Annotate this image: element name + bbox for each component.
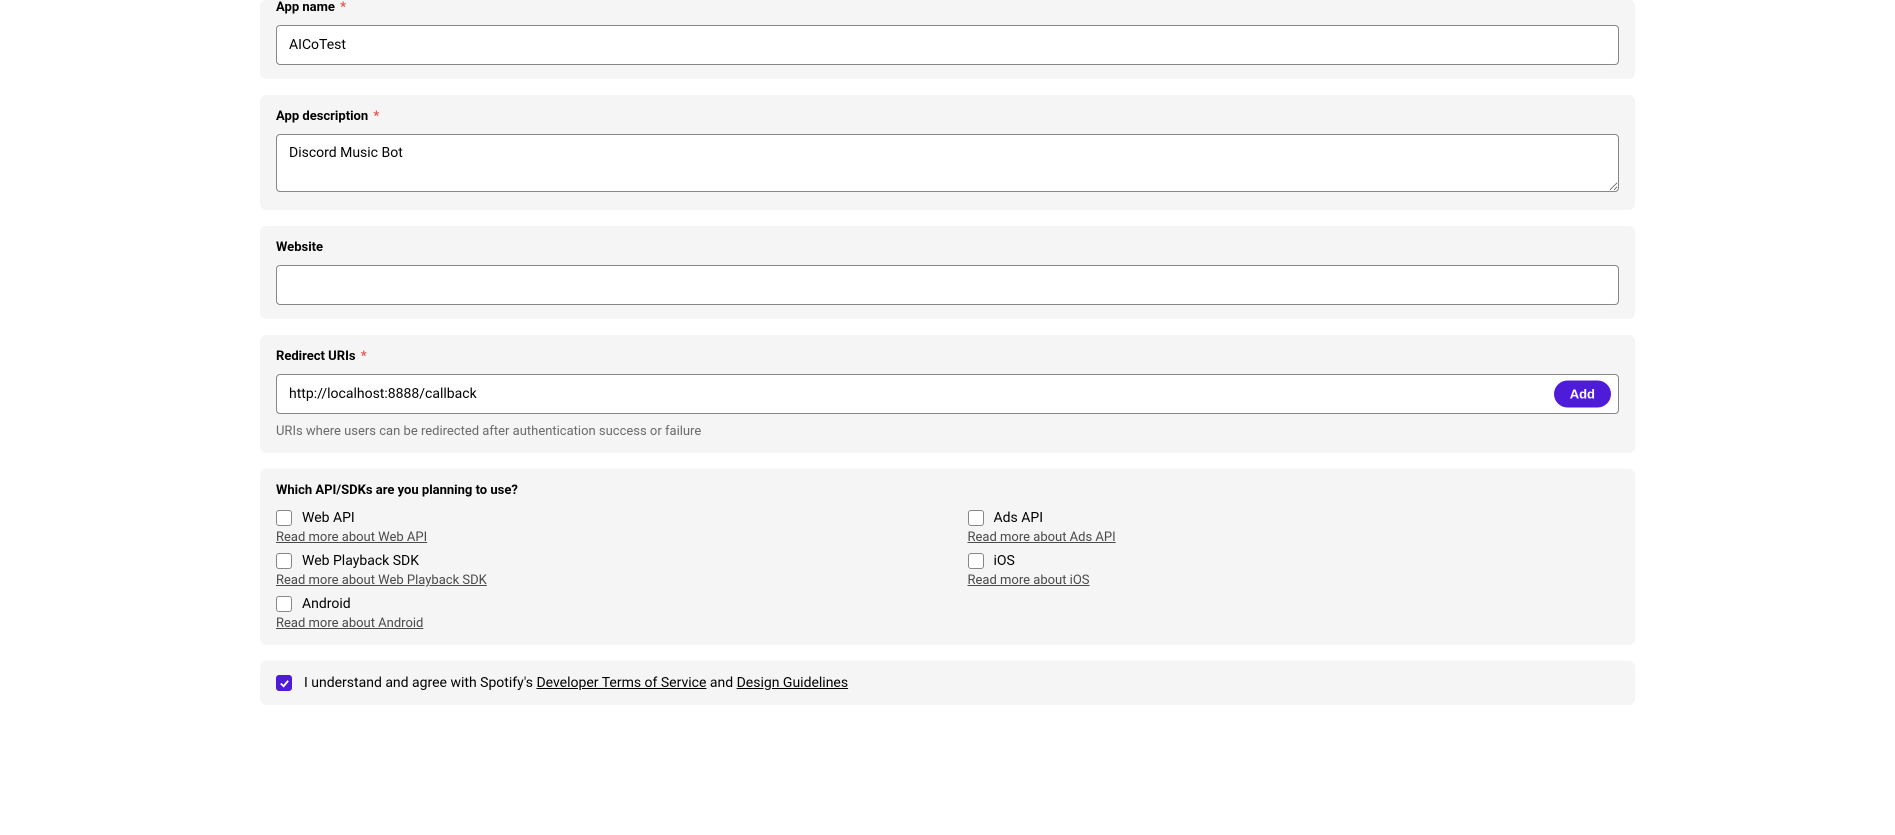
terms-link-design[interactable]: Design Guidelines: [737, 675, 848, 691]
sdk-checkbox-android[interactable]: [276, 596, 292, 612]
terms-checkbox[interactable]: [276, 675, 292, 691]
redirect-uris-label: Redirect URIs *: [276, 349, 1619, 364]
terms-section: I understand and agree with Spotify's De…: [260, 661, 1635, 705]
app-description-section: App description *: [260, 95, 1635, 210]
sdk-label[interactable]: Ads API: [994, 510, 1044, 526]
sdk-checkbox-ios[interactable]: [968, 553, 984, 569]
add-redirect-button[interactable]: Add: [1554, 381, 1611, 408]
website-label: Website: [276, 240, 1619, 255]
sdk-item-web-api: Web API Read more about Web API: [276, 510, 928, 545]
api-sdks-heading: Which API/SDKs are you planning to use?: [276, 483, 1619, 498]
redirect-uris-section: Redirect URIs * Add URIs where users can…: [260, 335, 1635, 453]
check-icon: [279, 678, 290, 689]
sdk-readmore-ios[interactable]: Read more about iOS: [968, 573, 1090, 588]
sdk-label[interactable]: Web API: [302, 510, 355, 526]
sdk-readmore-ads-api[interactable]: Read more about Ads API: [968, 530, 1116, 545]
sdk-readmore-web-api[interactable]: Read more about Web API: [276, 530, 427, 545]
sdk-item-ads-api: Ads API Read more about Ads API: [968, 510, 1620, 545]
terms-middle: and: [706, 675, 736, 691]
sdk-label[interactable]: iOS: [994, 553, 1015, 569]
website-label-text: Website: [276, 240, 323, 255]
sdk-item-ios: iOS Read more about iOS: [968, 553, 1620, 588]
website-section: Website: [260, 226, 1635, 319]
sdk-readmore-web-playback[interactable]: Read more about Web Playback SDK: [276, 573, 487, 588]
terms-prefix: I understand and agree with Spotify's: [304, 675, 536, 691]
terms-text: I understand and agree with Spotify's De…: [304, 675, 848, 691]
required-indicator: *: [340, 0, 346, 15]
app-description-label-text: App description: [276, 109, 368, 124]
sdk-checkbox-web-api[interactable]: [276, 510, 292, 526]
redirect-helper-text: URIs where users can be redirected after…: [276, 424, 1619, 439]
app-name-label-text: App name: [276, 0, 335, 15]
app-name-input[interactable]: [276, 25, 1619, 65]
app-description-input[interactable]: [276, 134, 1619, 192]
sdk-item-android: Android Read more about Android: [276, 596, 928, 631]
sdk-item-web-playback: Web Playback SDK Read more about Web Pla…: [276, 553, 928, 588]
terms-link-tos[interactable]: Developer Terms of Service: [536, 675, 706, 691]
sdk-label[interactable]: Android: [302, 596, 351, 612]
api-sdks-section: Which API/SDKs are you planning to use? …: [260, 469, 1635, 645]
redirect-uri-input[interactable]: [276, 374, 1619, 414]
redirect-uris-label-text: Redirect URIs: [276, 349, 356, 364]
app-name-section: App name *: [260, 0, 1635, 79]
sdk-readmore-android[interactable]: Read more about Android: [276, 616, 423, 631]
website-input[interactable]: [276, 265, 1619, 305]
sdk-checkbox-web-playback[interactable]: [276, 553, 292, 569]
sdk-label[interactable]: Web Playback SDK: [302, 553, 419, 569]
app-name-label: App name *: [276, 0, 1619, 15]
required-indicator: *: [361, 349, 367, 364]
required-indicator: *: [373, 109, 379, 124]
app-description-label: App description *: [276, 109, 1619, 124]
sdk-checkbox-ads-api[interactable]: [968, 510, 984, 526]
